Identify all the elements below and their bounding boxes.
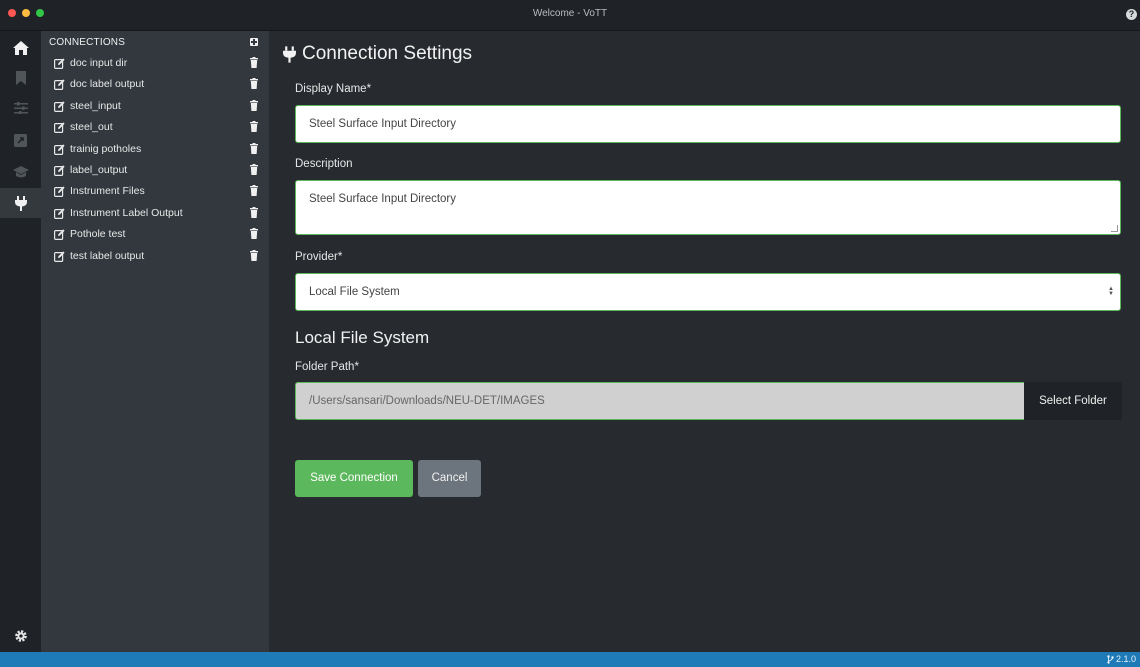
- edit-icon[interactable]: [54, 101, 65, 112]
- window-title: Welcome - VoTT: [532, 8, 608, 19]
- connection-label: steel_out: [70, 121, 113, 134]
- trash-icon[interactable]: [250, 142, 258, 154]
- graduation-cap-icon: [12, 166, 29, 178]
- connection-item[interactable]: steel_input: [41, 96, 269, 117]
- home-icon: [12, 41, 29, 55]
- connection-item[interactable]: trainig potholes: [41, 139, 269, 160]
- trash-icon[interactable]: [250, 121, 258, 133]
- connection-item[interactable]: Instrument Label Output: [41, 203, 269, 224]
- connection-settings-panel: Connection Settings Display Name* Steel …: [269, 31, 1140, 652]
- connections-sidebar: CONNECTIONS doc input dir doc label outpu…: [41, 31, 269, 652]
- display-name-input[interactable]: Steel Surface Input Directory: [295, 105, 1121, 143]
- rail-export[interactable]: [0, 125, 41, 155]
- connection-item[interactable]: test label output: [41, 246, 269, 267]
- plug-icon: [283, 45, 296, 63]
- connection-label: doc input dir: [70, 57, 128, 69]
- connection-label: Instrument Label Output: [70, 206, 183, 219]
- page-title: Connection Settings: [283, 43, 472, 65]
- bookmark-icon: [15, 71, 26, 85]
- add-connection-icon[interactable]: [250, 38, 258, 46]
- description-textarea[interactable]: Steel Surface Input Directory: [295, 180, 1121, 235]
- save-connection-button[interactable]: Save Connection: [295, 460, 413, 497]
- edit-icon[interactable]: [54, 208, 65, 219]
- rail-home[interactable]: [0, 33, 41, 63]
- rail-bookmark[interactable]: [0, 63, 41, 93]
- display-name-label: Display Name*: [295, 83, 372, 95]
- connection-list: doc input dir doc label output steel_input…: [41, 53, 269, 267]
- connections-header: CONNECTIONS: [49, 37, 126, 48]
- connection-label: doc label output: [70, 78, 145, 91]
- title-bar: Welcome - VoTT ?: [0, 0, 1140, 31]
- version-text: 2.1.0: [1115, 654, 1136, 664]
- status-bar: 2.1.0: [0, 652, 1140, 667]
- edit-icon[interactable]: [54, 165, 65, 176]
- page-title-text: Connection Settings: [302, 43, 473, 64]
- connection-item[interactable]: label_output: [41, 160, 269, 181]
- trash-icon[interactable]: [250, 163, 258, 175]
- connection-label: test label output: [70, 249, 145, 262]
- section-title: Local File System: [295, 328, 430, 347]
- trash-icon[interactable]: [250, 57, 258, 68]
- trash-icon[interactable]: [250, 206, 258, 218]
- provider-select[interactable]: Local File System ▲ ▼: [295, 273, 1121, 311]
- description-text: Steel Surface Input Directory: [309, 193, 457, 205]
- git-branch-icon: [1107, 654, 1114, 664]
- folder-path-input[interactable]: /Users/sansari/Downloads/NEU-DET/IMAGES: [295, 382, 1024, 420]
- connection-item[interactable]: doc input dir: [41, 53, 269, 74]
- rail-sliders[interactable]: [0, 93, 41, 123]
- edit-icon[interactable]: [54, 250, 65, 262]
- rail-train[interactable]: [0, 157, 41, 187]
- gear-icon: [14, 630, 27, 642]
- sliders-icon: [13, 102, 28, 114]
- provider-selected-value: Local File System: [309, 286, 400, 298]
- connection-label: Instrument Files: [70, 185, 145, 198]
- edit-icon[interactable]: [54, 79, 65, 91]
- connection-item[interactable]: Instrument Files: [41, 181, 269, 202]
- edit-icon[interactable]: [54, 229, 65, 241]
- connection-label: Pothole test: [70, 228, 126, 241]
- icon-rail: [0, 31, 41, 652]
- connection-label: label_output: [70, 163, 128, 176]
- edit-icon[interactable]: [54, 122, 65, 134]
- edit-icon[interactable]: [54, 186, 65, 198]
- connection-label: steel_input: [70, 99, 121, 112]
- export-icon: [14, 133, 27, 147]
- connection-item[interactable]: Pothole test: [41, 224, 269, 245]
- help-icon[interactable]: ?: [1126, 9, 1137, 20]
- connection-item[interactable]: steel_out: [41, 117, 269, 138]
- description-label: Description: [295, 158, 353, 170]
- edit-icon[interactable]: [54, 58, 65, 69]
- folder-path-label: Folder Path*: [295, 361, 359, 373]
- trash-icon[interactable]: [250, 249, 258, 261]
- trash-icon[interactable]: [250, 185, 258, 197]
- trash-icon[interactable]: [250, 78, 258, 90]
- version-info: 2.1.0: [1107, 654, 1136, 664]
- connection-item[interactable]: doc label output: [41, 74, 269, 95]
- connection-label: trainig potholes: [70, 142, 142, 155]
- trash-icon[interactable]: [250, 99, 258, 111]
- select-folder-button[interactable]: Select Folder: [1024, 382, 1122, 420]
- rail-connections[interactable]: [0, 188, 41, 218]
- resize-handle[interactable]: [1111, 225, 1118, 232]
- plug-icon: [14, 195, 27, 211]
- select-arrows-icon: ▲ ▼: [1108, 286, 1114, 297]
- trash-icon[interactable]: [250, 228, 258, 240]
- rail-settings[interactable]: [0, 621, 41, 651]
- cancel-button[interactable]: Cancel: [418, 460, 481, 497]
- edit-icon[interactable]: [54, 143, 65, 155]
- provider-label: Provider*: [295, 251, 343, 263]
